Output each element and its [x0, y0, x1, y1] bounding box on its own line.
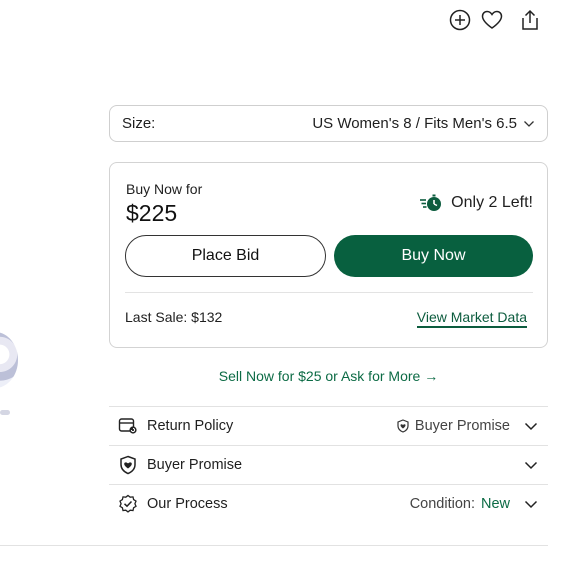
- buy-box-card: Buy Now for $225 Only 2 Left! Place Bid …: [109, 162, 548, 348]
- divider: [125, 292, 533, 293]
- buyer-promise-title: Buyer Promise: [147, 457, 243, 473]
- favorite-button[interactable]: [479, 7, 505, 33]
- add-to-collection-button[interactable]: [447, 7, 473, 33]
- condition-label: Condition:: [409, 496, 475, 512]
- verified-badge-icon: [119, 494, 137, 513]
- condition-value: New: [480, 496, 510, 512]
- return-box-icon: [118, 418, 137, 434]
- chevron-down-icon: [524, 120, 534, 127]
- size-selector[interactable]: Size: US Women's 8 / Fits Men's 6.5: [109, 105, 548, 142]
- plus-circle-icon: [449, 9, 471, 31]
- accordion-return-policy[interactable]: Return Policy Buyer Promise: [109, 406, 548, 445]
- chevron-down-icon: [524, 461, 538, 469]
- section-divider: [0, 545, 548, 546]
- buy-now-for-label: Buy Now for: [126, 181, 203, 197]
- product-image-fragment: [0, 332, 18, 388]
- shield-heart-icon: [397, 419, 409, 433]
- product-image-shadow: [0, 410, 10, 415]
- stopwatch-speed-icon: [420, 194, 442, 211]
- chevron-down-icon: [524, 500, 538, 508]
- sell-now-link[interactable]: Sell Now for $25 or Ask for More →: [109, 368, 548, 384]
- accordion-our-process[interactable]: Our Process Condition: New: [109, 484, 548, 523]
- heart-icon: [481, 10, 503, 29]
- view-market-data-link[interactable]: View Market Data: [416, 309, 527, 328]
- heart-shield-icon: [120, 455, 136, 475]
- buy-now-button[interactable]: Buy Now: [334, 235, 533, 277]
- size-value: US Women's 8 / Fits Men's 6.5: [312, 115, 517, 132]
- our-process-title: Our Process: [147, 496, 228, 512]
- place-bid-button[interactable]: Place Bid: [125, 235, 326, 277]
- buy-now-price: $225: [126, 200, 178, 226]
- size-label: Size:: [122, 115, 156, 132]
- stock-indicator: Only 2 Left!: [419, 193, 533, 213]
- buyer-promise-tag: Buyer Promise: [414, 418, 510, 434]
- stock-text: Only 2 Left!: [451, 194, 533, 211]
- last-sale-text: Last Sale: $132: [125, 309, 223, 325]
- return-policy-title: Return Policy: [147, 418, 234, 434]
- share-button[interactable]: [517, 7, 543, 33]
- share-icon: [522, 9, 538, 30]
- chevron-down-icon: [524, 422, 538, 430]
- accordion-buyer-promise[interactable]: Buyer Promise: [109, 445, 548, 484]
